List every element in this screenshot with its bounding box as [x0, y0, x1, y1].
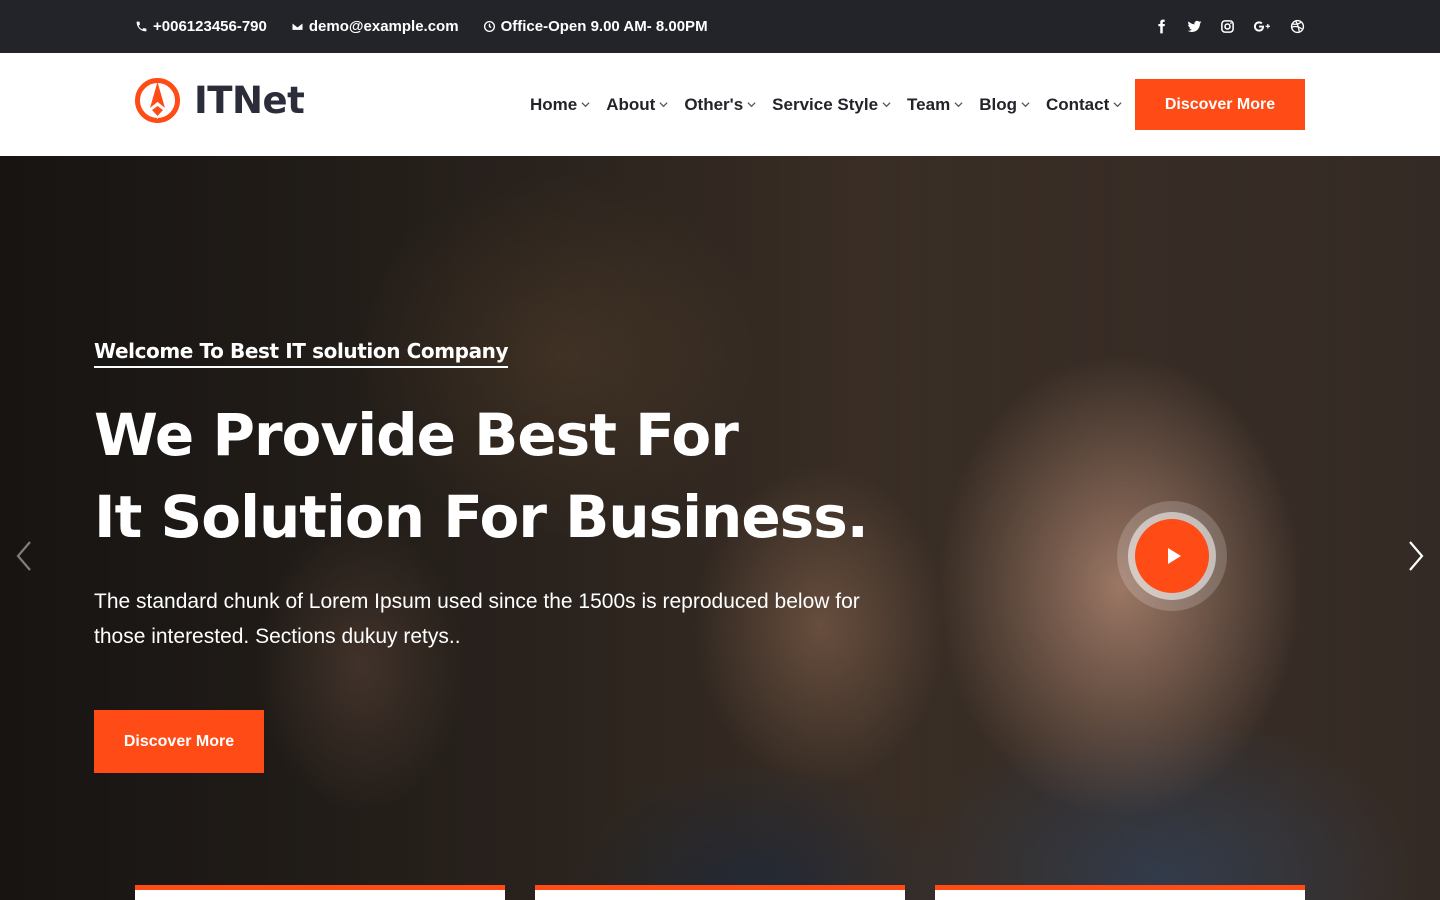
nav-item-team[interactable]: Team [907, 95, 963, 115]
twitter-icon[interactable] [1187, 19, 1202, 34]
hours-text: Office-Open 9.00 AM- 8.00PM [500, 18, 708, 35]
hero-headline-line-1: We Provide Best For [94, 401, 739, 469]
hero-lead-text: The standard chunk of Lorem Ipsum used s… [94, 590, 860, 648]
hero-headline: We Provide Best For It Solution For Busi… [94, 394, 994, 558]
nav-label: Team [907, 94, 951, 114]
nav-item-about[interactable]: About [606, 95, 668, 115]
email-text: demo@example.com [308, 18, 459, 35]
social-links [1154, 0, 1305, 53]
chevron-left-icon [16, 541, 31, 571]
video-play-wrapper [1117, 501, 1227, 611]
logo[interactable]: ITNet [135, 78, 305, 123]
hero-headline-line-2: It Solution For Business. [94, 483, 869, 551]
chevron-down-icon [659, 102, 668, 108]
chevron-down-icon [1113, 102, 1122, 108]
nav-item-others[interactable]: Other's [684, 95, 756, 115]
play-icon [1167, 548, 1181, 564]
contact-info: +006123456-790 demo@example.com Office-O… [135, 0, 708, 53]
top-bar: +006123456-790 demo@example.com Office-O… [0, 0, 1440, 53]
chevron-down-icon [1021, 102, 1030, 108]
phone-icon [136, 21, 147, 32]
nav-label: Other's [684, 94, 744, 114]
logo-text: ITNet [194, 79, 305, 122]
chevron-down-icon [747, 102, 756, 108]
nav-item-service-style[interactable]: Service Style [772, 95, 891, 115]
nav-label: About [606, 94, 656, 114]
feature-cards [0, 885, 1440, 900]
nav-label: Blog [979, 94, 1017, 114]
google-plus-icon[interactable] [1253, 19, 1272, 34]
email-item[interactable]: demo@example.com [291, 18, 459, 35]
main-header: ITNet Home About Other's Service Style T… [0, 53, 1440, 156]
main-nav: Home About Other's Service Style Team Bl… [530, 53, 1122, 156]
chevron-right-icon [1409, 541, 1424, 571]
phone-item[interactable]: +006123456-790 [135, 18, 267, 35]
facebook-icon[interactable] [1154, 19, 1169, 34]
logo-mark-icon [135, 78, 180, 123]
feature-card[interactable] [135, 885, 505, 900]
video-play-button[interactable] [1135, 519, 1209, 593]
nav-label: Contact [1045, 94, 1110, 114]
slider-next-arrow[interactable] [1404, 538, 1428, 574]
phone-text: +006123456-790 [153, 18, 267, 35]
hero-welcome-text: Welcome To Best IT solution Company [94, 339, 509, 368]
discover-more-header-button[interactable]: Discover More [1135, 79, 1305, 130]
chevron-down-icon [581, 102, 590, 108]
discover-more-hero-button[interactable]: Discover More [94, 710, 264, 773]
envelope-icon [291, 22, 304, 31]
hero-slider: Welcome To Best IT solution Company We P… [0, 156, 1440, 900]
hours-item: Office-Open 9.00 AM- 8.00PM [483, 18, 708, 35]
dribbble-icon[interactable] [1290, 19, 1305, 34]
nav-label: Home [530, 94, 578, 114]
nav-item-blog[interactable]: Blog [979, 95, 1030, 115]
feature-card[interactable] [935, 885, 1305, 900]
slider-prev-arrow[interactable] [12, 538, 36, 574]
instagram-icon[interactable] [1220, 19, 1235, 34]
nav-label: Service Style [772, 94, 879, 114]
play-ring [1128, 512, 1216, 600]
nav-item-home[interactable]: Home [530, 95, 590, 115]
clock-icon [483, 20, 495, 33]
feature-card[interactable] [535, 885, 905, 900]
chevron-down-icon [954, 102, 963, 108]
chevron-down-icon [882, 102, 891, 108]
nav-item-contact[interactable]: Contact [1046, 95, 1122, 115]
